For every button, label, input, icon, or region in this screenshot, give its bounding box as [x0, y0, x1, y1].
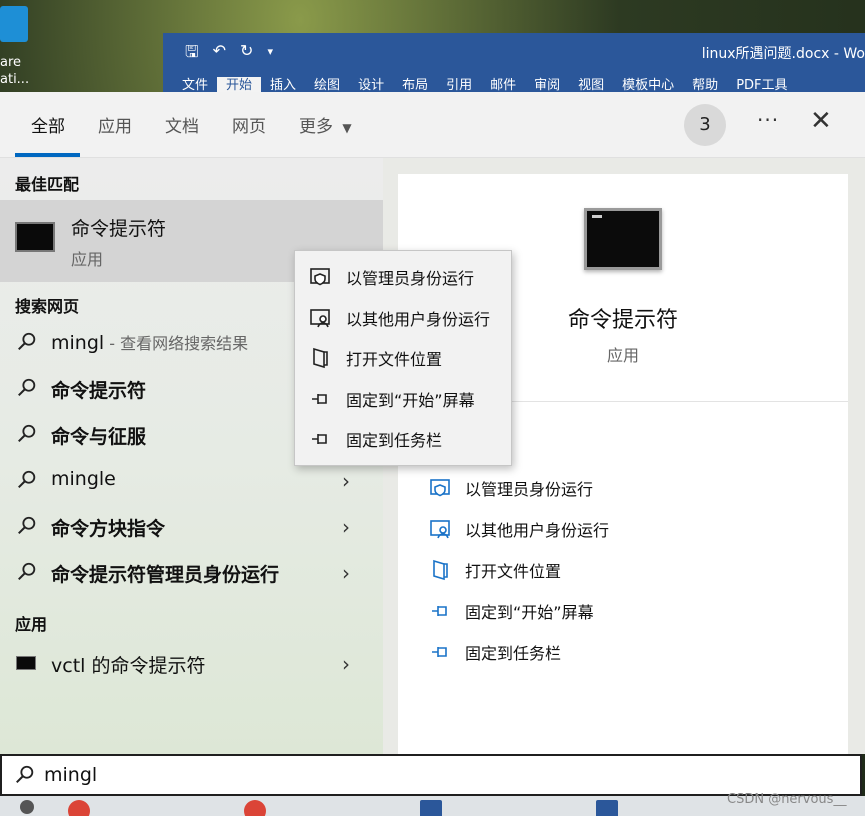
context-menu-item[interactable]: 固定到任务栏 [295, 420, 511, 458]
word-icon[interactable] [420, 800, 442, 816]
user-icon [310, 308, 330, 327]
search-icon [18, 378, 36, 397]
folder-icon [433, 559, 448, 581]
word-quick-access: 🖫 ↶ ↻ ▾ [185, 41, 273, 68]
chevron-right-icon[interactable]: › [342, 652, 350, 676]
user-icon [430, 520, 450, 539]
detail-action-label: 以管理员身份运行 [465, 480, 594, 499]
web-result-item[interactable]: 命令方块指令 › [0, 505, 383, 549]
search-icon [18, 470, 36, 489]
chrome-icon[interactable] [244, 800, 266, 816]
context-menu-label: 打开文件位置 [346, 350, 443, 369]
search-icon [18, 332, 36, 351]
context-menu-item[interactable]: 以管理员身份运行 [295, 258, 511, 296]
best-match-subtitle: 应用 [71, 250, 104, 269]
context-menu: 以管理员身份运行 以其他用户身份运行 打开文件位置固定到“开始”屏幕 固定到任务栏 [294, 250, 512, 466]
word-icon[interactable] [596, 800, 618, 816]
close-icon[interactable]: ✕ [810, 108, 832, 134]
best-match-header: 最佳匹配 [15, 175, 80, 194]
context-menu-label: 固定到任务栏 [346, 431, 443, 450]
tab-more[interactable]: 更多 ▼ [299, 112, 352, 137]
detail-action-item[interactable]: 打开文件位置 [428, 555, 561, 585]
web-result-item[interactable]: 命令提示符管理员身份运行 › [0, 551, 383, 595]
start-search-panel: 全部 应用 文档 网页 更多 ▼ 3 ··· ✕ 最佳匹配 命令提示符 应用 搜… [0, 92, 865, 816]
context-menu-item[interactable]: 打开文件位置 [295, 339, 511, 377]
web-result-label: mingle [51, 468, 116, 490]
web-result-label: 命令提示符管理员身份运行 [51, 564, 280, 586]
context-menu-label: 固定到“开始”屏幕 [346, 390, 475, 410]
tab-documents[interactable]: 文档 [165, 112, 199, 137]
detail-action-label: 打开文件位置 [465, 562, 562, 581]
search-icon [18, 516, 36, 535]
web-result-label: 命令方块指令 [51, 518, 166, 540]
search-icon [18, 562, 36, 581]
search-box [0, 754, 862, 796]
search-tabs-bar: 全部 应用 文档 网页 更多 ▼ 3 ··· ✕ [0, 92, 865, 158]
chrome-icon[interactable] [68, 800, 90, 816]
chevron-right-icon[interactable]: › [342, 469, 350, 493]
command-prompt-icon [16, 656, 36, 670]
web-result-label: 命令提示符 [51, 380, 147, 402]
undo-icon[interactable]: ↶ [213, 41, 226, 68]
context-menu-label: 以管理员身份运行 [346, 269, 475, 288]
pin-icon [312, 434, 327, 444]
word-window: 🖫 ↶ ↻ ▾ linux所遇问题.docx - Wo 文件 开始 插入 绘图 设计 布局… [163, 33, 865, 95]
search-icon [16, 765, 34, 784]
admin-shield-icon [310, 268, 330, 286]
list-item-label: vctl 的命令提示符 [51, 655, 206, 677]
admin-shield-icon [430, 479, 450, 497]
search-icon [18, 424, 36, 443]
chevron-right-icon[interactable]: › [342, 515, 350, 539]
tab-more-label: 更多 [299, 117, 333, 137]
desktop-icon-label: are ati... [0, 55, 30, 87]
desktop-app-icon[interactable] [0, 6, 28, 42]
context-menu-item[interactable]: 固定到“开始”屏幕 [295, 380, 511, 418]
customize-icon[interactable]: ▾ [267, 45, 273, 68]
word-title: linux所遇问题.docx - Wo [701, 46, 865, 62]
detail-action-item[interactable]: 以其他用户身份运行 [428, 514, 609, 544]
redo-icon[interactable]: ↻ [240, 41, 253, 68]
list-item-vctl[interactable]: vctl 的命令提示符 › [0, 642, 383, 686]
detail-action-label: 固定到任务栏 [465, 644, 562, 663]
tab-apps[interactable]: 应用 [98, 112, 132, 137]
watermark: CSDN @nervous__ [727, 792, 847, 807]
search-input[interactable] [44, 760, 744, 790]
apps-header: 应用 [15, 615, 48, 634]
rewards-badge[interactable]: 3 [684, 104, 726, 146]
web-result-hint: - 查看网络搜索结果 [104, 334, 249, 353]
more-options-icon[interactable]: ··· [757, 108, 779, 132]
web-result-label: 命令与征服 [51, 426, 147, 448]
pin-icon [432, 606, 447, 616]
best-match-title: 命令提示符 [71, 218, 167, 240]
web-result-label: mingl - 查看网络搜索结果 [51, 332, 249, 354]
tab-web[interactable]: 网页 [232, 112, 266, 137]
context-menu-label: 以其他用户身份运行 [346, 309, 491, 329]
detail-action-item[interactable]: 固定到任务栏 [428, 637, 561, 667]
web-search-header: 搜索网页 [15, 297, 80, 316]
pin-icon [312, 393, 327, 404]
command-prompt-icon [15, 222, 55, 252]
pin-icon [432, 647, 447, 657]
search-icon[interactable] [20, 800, 34, 814]
detail-action-item[interactable]: 固定到“开始”屏幕 [428, 596, 594, 626]
folder-icon [313, 347, 328, 369]
command-prompt-icon [584, 208, 662, 270]
context-menu-item[interactable]: 以其他用户身份运行 [295, 299, 511, 337]
active-tab-indicator [15, 153, 80, 157]
detail-action-label: 以其他用户身份运行 [465, 521, 610, 540]
chevron-down-icon: ▼ [342, 121, 352, 135]
tab-all[interactable]: 全部 [31, 112, 65, 137]
chevron-right-icon[interactable]: › [342, 561, 350, 585]
save-icon[interactable]: 🖫 [185, 41, 199, 68]
detail-action-label: 固定到“开始”屏幕 [465, 603, 594, 622]
detail-action-item[interactable]: 以管理员身份运行 [428, 473, 593, 503]
